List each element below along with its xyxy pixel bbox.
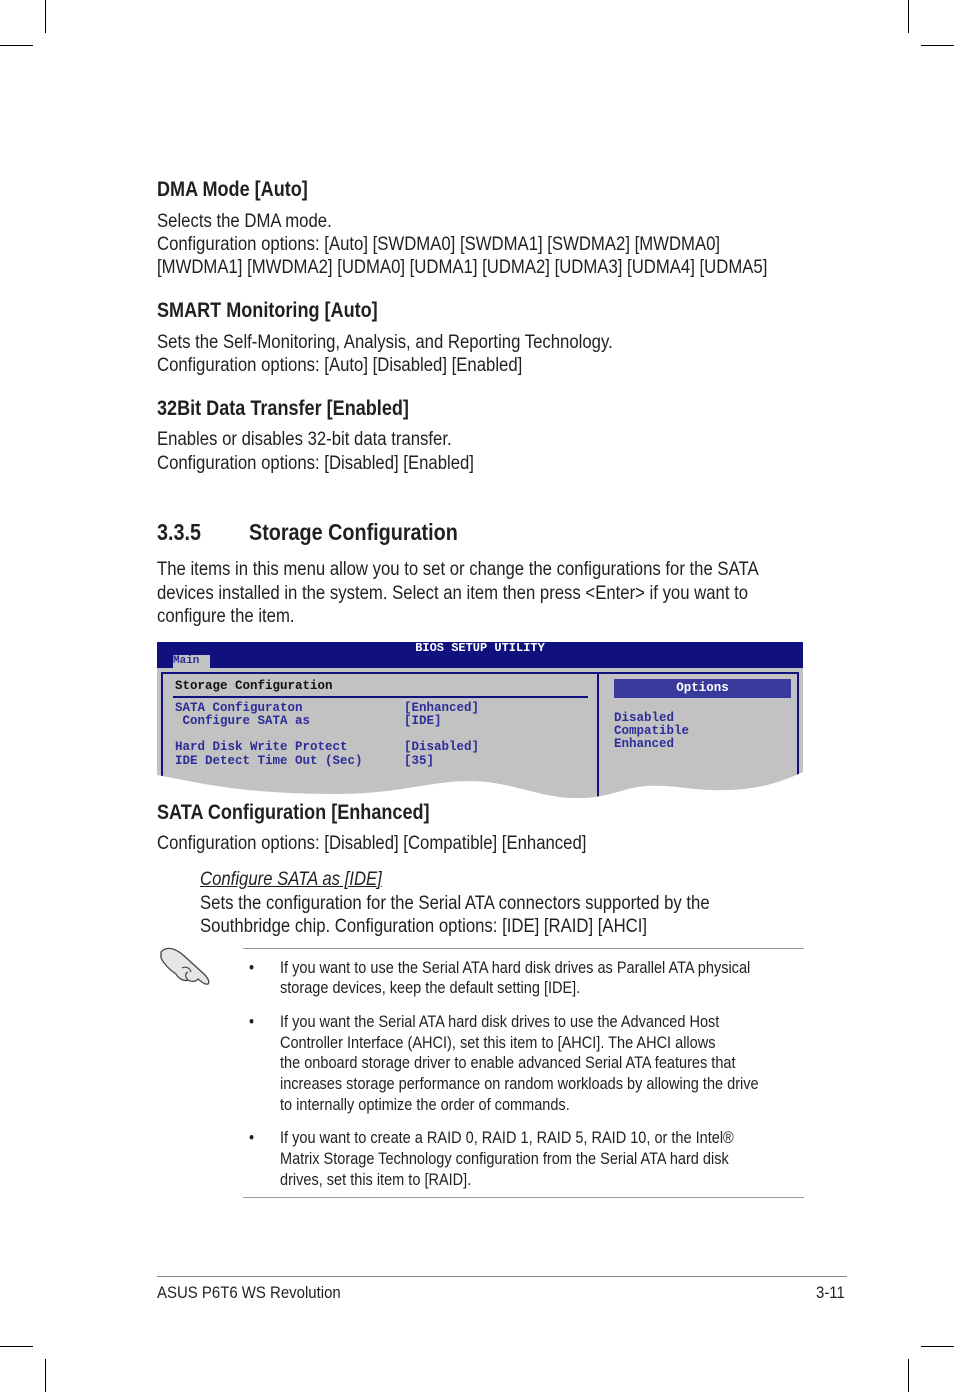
manual-page: DMA Mode [Auto] Selects the DMA mode. Co… [0,0,954,1392]
section-title: Storage Configuration [249,519,458,545]
dma-text: [MWDMA1] [MWDMA2] [UDMA0] [UDMA1] [UDMA2… [157,257,768,278]
note-text: If you want the Serial ATA hard disk dri… [280,1013,720,1031]
footer-page-number: 3-11 [816,1283,845,1302]
sata-heading: SATA Configuration [Enhanced] [157,801,430,824]
footer-product: ASUS P6T6 WS Revolution [157,1283,341,1302]
configure-heading: Configure SATA as [IDE] [200,869,382,890]
footer-rule [157,1276,847,1277]
note-text: drives, set this item to [RAID]. [280,1171,472,1189]
section-text: The items in this menu allow you to set … [157,559,759,580]
section-text: configure the item. [157,606,295,627]
note-text: Controller Interface (AHCI), set this it… [280,1034,716,1052]
note-text: Matrix Storage Technology configuration … [280,1150,729,1168]
section-text: devices installed in the system. Select … [157,583,749,604]
note-text: storage devices, keep the default settin… [280,979,581,997]
note-text: the onboard storage driver to enable adv… [280,1054,736,1072]
note-text: to internally optimize the order of comm… [280,1096,570,1114]
crop-mark [908,1359,909,1392]
crop-mark [921,1346,954,1347]
crop-mark [45,1359,46,1392]
note-text: increases storage performance on random … [280,1075,759,1093]
crop-mark [0,1346,33,1347]
bullet-icon: • [249,1013,255,1031]
configure-text: Southbridge chip. Configuration options:… [200,916,648,937]
pointing-hand-icon [160,947,210,985]
smart-text: Sets the Self-Monitoring, Analysis, and … [157,332,613,353]
section-number: 3.3.5 [157,519,201,545]
torn-edge [157,772,803,798]
crop-mark [0,45,33,46]
note-text: If you want to create a RAID 0, RAID 1, … [280,1129,734,1147]
note-top-rule [243,948,804,949]
bit32-heading: 32Bit Data Transfer [Enabled] [157,397,409,420]
bios-screenshot: BIOS SETUP UTILITY Main Storage Configur… [157,642,803,798]
bit32-text: Configuration options: [Disabled] [Enabl… [157,453,474,474]
dma-text: Configuration options: [Auto] [SWDMA0] [… [157,234,721,255]
smart-text: Configuration options: [Auto] [Disabled]… [157,355,523,376]
bit32-text: Enables or disables 32-bit data transfer… [157,429,452,450]
crop-mark [45,0,46,33]
configure-text: Sets the configuration for the Serial AT… [200,893,710,914]
note-text: If you want to use the Serial ATA hard d… [280,959,751,977]
bullet-icon: • [249,959,255,977]
bullet-icon: • [249,1129,255,1147]
crop-mark [921,45,954,46]
sata-text: Configuration options: [Disabled] [Compa… [157,833,587,854]
note-bottom-rule [243,1197,804,1198]
crop-mark [908,0,909,33]
smart-heading: SMART Monitoring [Auto] [157,299,378,322]
dma-heading: DMA Mode [Auto] [157,178,308,201]
dma-text: Selects the DMA mode. [157,211,332,232]
